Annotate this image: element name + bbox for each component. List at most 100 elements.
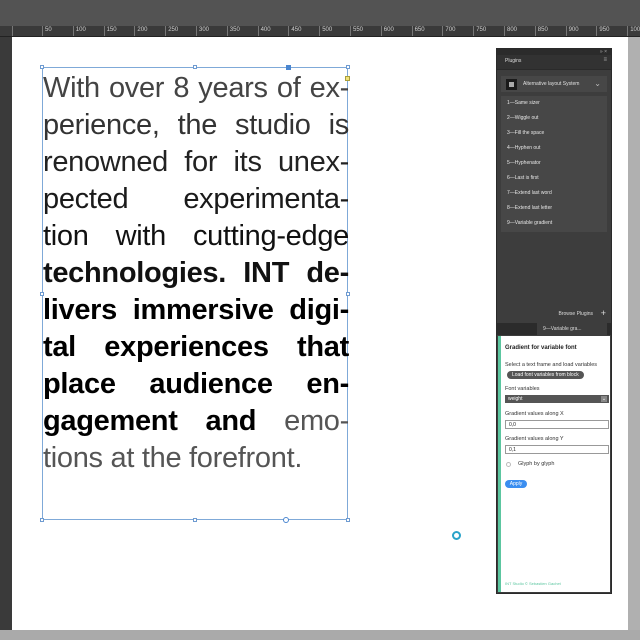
ruler-tick: 700 — [442, 26, 455, 36]
tab-variable-gradient-label: 9—Variable gra... — [543, 326, 582, 332]
app-toolbar — [0, 0, 640, 26]
variable-gradient-panel: Gradient for variable font Select a text… — [498, 336, 610, 592]
ruler-tick: 500 — [319, 26, 332, 36]
ruler-tick-label: 650 — [414, 27, 425, 33]
plugin-item-last-is-first[interactable]: 6—Last is first — [501, 171, 607, 186]
horizontal-ruler[interactable]: 50 100 150 200 250 300 350 400 450 500 550 600 650 70… — [0, 26, 640, 37]
plugins-panel: » × Plugins ≡ Alternative layout System … — [496, 48, 612, 594]
ruler-tick-label: 900 — [568, 27, 579, 33]
frame-handle-tl[interactable] — [40, 65, 44, 69]
tab-plugins-label: Plugins — [505, 58, 522, 64]
font-variables-select[interactable]: weight ⌄ — [505, 395, 609, 403]
browse-plugins-label: Browse Plugins — [558, 311, 593, 317]
plugin-item-variable-gradient[interactable]: 9—Variable gradient — [501, 216, 607, 231]
ruler-tick-label: 600 — [383, 27, 394, 33]
gradient-x-label: Gradient values along X — [505, 411, 564, 417]
text-line: technologies. INT de- — [43, 257, 349, 289]
instruction-text: Select a text frame and load variables — [505, 362, 598, 368]
ruler-tick-label: 200 — [137, 27, 148, 33]
panel-title: Gradient for variable font — [505, 345, 577, 351]
frame-handle-tm[interactable] — [193, 65, 197, 69]
load-variables-button[interactable]: Load font variables from block — [507, 371, 584, 379]
cursor-indicator-icon — [452, 531, 461, 540]
ruler-tick: 450 — [288, 26, 301, 36]
font-variables-value: weight — [508, 396, 523, 402]
text-line: perience, the studio is — [43, 109, 349, 141]
plugin-list: 1—Same sizer 2—Wiggle out 3—Fill the spa… — [501, 96, 607, 232]
ruler-tick-label: 50 — [45, 27, 52, 33]
text-line: place audience en- — [43, 368, 349, 400]
frame-handle-bl[interactable] — [40, 518, 44, 522]
plugin-item-hyphen-out[interactable]: 4—Hyphen out — [501, 141, 607, 156]
plus-icon[interactable]: + — [601, 308, 606, 318]
glyph-by-glyph-label: Glyph by glyph — [518, 461, 555, 467]
text-line: livers immersive digi- — [43, 294, 349, 326]
ruler-tick: 950 — [596, 26, 609, 36]
subpanel-tabbar: 9—Variable gra... — [497, 323, 611, 335]
plugin-item-extend-last-letter[interactable]: 8—Extend last letter — [501, 201, 607, 216]
text-line: gagement and emo- — [43, 403, 349, 440]
frame-out-port[interactable] — [283, 517, 289, 523]
ruler-tick-label: 500 — [322, 27, 333, 33]
apply-button[interactable]: Apply — [505, 480, 527, 488]
system-logo-icon — [506, 79, 517, 90]
tab-variable-gradient[interactable]: 9—Variable gra... — [537, 323, 607, 335]
ruler-tick: 250 — [165, 26, 178, 36]
text-line: With over 8 years of ex- — [43, 72, 349, 104]
ruler-tick: 350 — [226, 26, 240, 36]
frame-handle-br[interactable] — [346, 518, 350, 522]
ruler-tick: 850 — [534, 26, 548, 36]
ruler-tick: 50 — [42, 26, 52, 36]
ruler-tick: 550 — [350, 26, 363, 36]
text-line-bold-part: gagement and — [43, 405, 285, 437]
ruler-tick: 750 — [473, 26, 486, 36]
ruler-tick-label: 950 — [599, 27, 610, 33]
ruler-tick-label: 800 — [507, 27, 518, 33]
text-line: renowned for its unex- — [43, 146, 349, 178]
ruler-tick-label: 750 — [476, 27, 487, 33]
ruler-tick: 100 — [72, 26, 86, 36]
layout-system-select[interactable]: Alternative layout System ⌄ — [501, 76, 607, 92]
plugin-item-hyphenator[interactable]: 5—Hyphenator — [501, 156, 607, 171]
browse-plugins[interactable]: Browse Plugins + — [497, 308, 611, 319]
ruler-tick-label: 450 — [291, 27, 302, 33]
plugin-item-extend-last-word[interactable]: 7—Extend last word — [501, 186, 607, 201]
ruler-tick: 200 — [134, 26, 147, 36]
gradient-y-input[interactable]: 0,1 — [505, 445, 609, 454]
credits-footer: INT Studio © Sebastien Gachet — [505, 581, 561, 586]
ruler-tick: 650 — [411, 26, 425, 36]
gradient-y-label: Gradient values along Y — [505, 436, 564, 442]
glyph-by-glyph-checkbox[interactable] — [506, 462, 511, 467]
ruler-tick: 150 — [103, 26, 117, 36]
ruler-origin — [12, 26, 13, 36]
ruler-tick-label: 150 — [106, 27, 117, 33]
plugin-item-wiggle-out[interactable]: 2—Wiggle out — [501, 111, 607, 126]
gradient-x-input[interactable]: 0,0 — [505, 420, 609, 429]
frame-handle-bm[interactable] — [193, 518, 197, 522]
ruler-tick: 800 — [504, 26, 517, 36]
ruler-tick-label: 400 — [260, 27, 271, 33]
ruler-tick: 300 — [196, 26, 209, 36]
text-line: tion with cutting-edge — [43, 220, 349, 252]
ruler-tick-label: 550 — [353, 27, 364, 33]
ruler-tick-label: 850 — [537, 27, 548, 33]
ruler-tick-label: 300 — [199, 27, 210, 33]
menu-icon[interactable]: ≡ — [603, 57, 607, 63]
pasteboard — [0, 630, 640, 640]
plugin-item-same-sizer[interactable]: 1—Same sizer — [501, 96, 607, 111]
chevron-down-icon[interactable]: ⌄ — [601, 396, 607, 402]
ruler-tick-label: 700 — [445, 27, 456, 33]
ruler-tick-label: 350 — [229, 27, 240, 33]
gradient-y-value: 0,1 — [509, 447, 516, 453]
plugin-item-fill-the-space[interactable]: 3—Fill the space — [501, 126, 607, 141]
text-line: pected experimenta- — [43, 183, 349, 215]
ruler-tick: 400 — [257, 26, 271, 36]
body-text[interactable]: With over 8 years of ex- perience, the s… — [43, 70, 349, 477]
chevron-down-icon[interactable]: ⌄ — [594, 79, 601, 88]
vertical-ruler[interactable] — [0, 37, 12, 640]
frame-handle-tr[interactable] — [346, 65, 350, 69]
tab-plugins[interactable]: Plugins ≡ — [497, 55, 611, 70]
layout-system-label: Alternative layout System — [523, 81, 580, 87]
gradient-x-value: 0,0 — [509, 422, 516, 428]
ruler-tick: 600 — [380, 26, 394, 36]
